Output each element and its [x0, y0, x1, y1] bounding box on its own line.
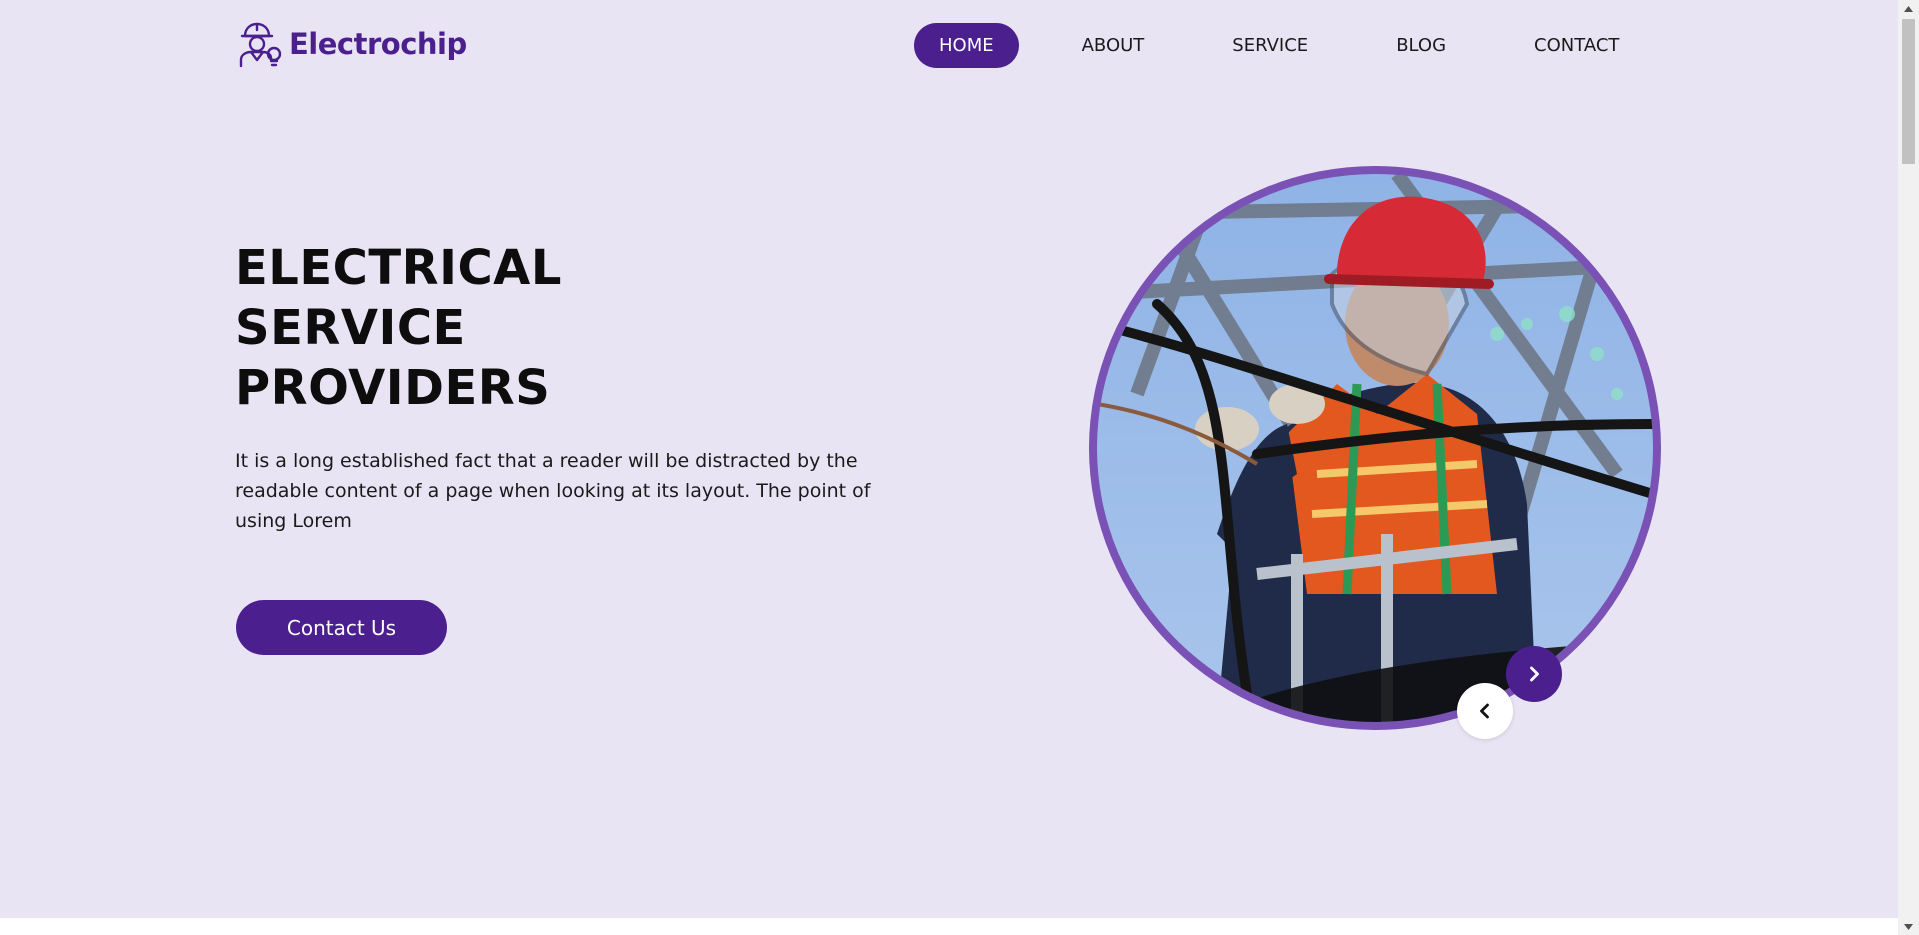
main-nav: HOME ABOUT SERVICE BLOG CONTACT	[914, 23, 1644, 68]
hero-title-line: SERVICE	[235, 300, 466, 356]
nav-item-contact[interactable]: CONTACT	[1509, 23, 1644, 68]
chevron-right-icon	[1530, 666, 1539, 682]
hero-lead-text: It is a long established fact that a rea…	[235, 450, 871, 532]
next-section-edge	[0, 918, 1898, 935]
hero-title-line: PROVIDERS	[235, 360, 551, 416]
nav-item-blog[interactable]: BLOG	[1371, 23, 1471, 68]
nav-item-home[interactable]: HOME	[914, 23, 1019, 68]
hero-title-line: ELECTRICAL	[235, 240, 562, 296]
brand-name: Electrochip	[289, 27, 467, 61]
electrician-photo	[1097, 174, 1653, 722]
nav-item-service[interactable]: SERVICE	[1207, 23, 1333, 68]
hero-title: ELECTRICAL SERVICE PROVIDERS	[235, 238, 755, 418]
page-scrollbar[interactable]	[1898, 0, 1919, 935]
nav-item-about[interactable]: ABOUT	[1057, 23, 1170, 68]
slider-prev-button[interactable]	[1457, 683, 1513, 739]
scroll-down-arrow-icon[interactable]	[1898, 918, 1919, 935]
hero-image-frame	[1089, 166, 1661, 730]
hero-section: Electrochip HOME ABOUT SERVICE BLOG CONT…	[0, 0, 1898, 918]
brand-logo-link[interactable]: Electrochip	[235, 20, 467, 68]
scrollbar-thumb[interactable]	[1902, 19, 1915, 164]
chevron-left-icon	[1480, 703, 1489, 719]
electrician-logo-icon	[239, 22, 282, 68]
contact-us-button[interactable]: Contact Us	[236, 600, 447, 655]
scroll-up-arrow-icon[interactable]	[1898, 0, 1919, 17]
slider-next-button[interactable]	[1506, 646, 1562, 702]
